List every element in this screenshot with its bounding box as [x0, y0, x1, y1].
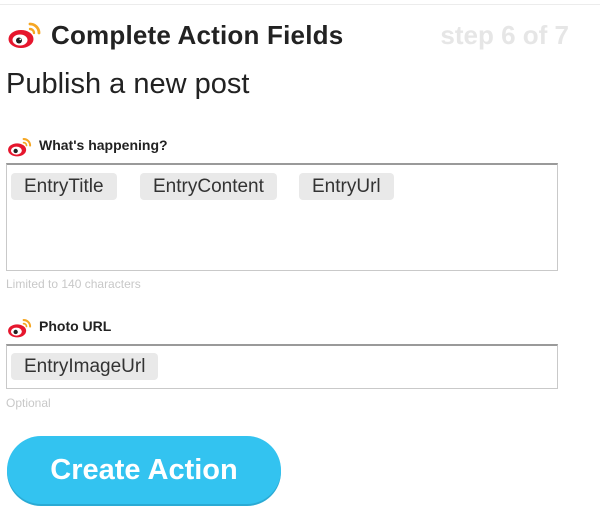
token-entry-title[interactable]: EntryTitle — [11, 173, 117, 200]
weibo-icon — [7, 317, 33, 344]
field-label-whats-happening: What's happening? — [7, 136, 307, 157]
token-entry-image-url[interactable]: EntryImageUrl — [11, 353, 159, 380]
token-entry-url[interactable]: EntryUrl — [299, 173, 394, 200]
step-indicator: step 6 of 7 — [440, 20, 569, 50]
action-subtitle: Publish a new post — [6, 68, 250, 100]
field-label-text: Photo URL — [39, 318, 112, 334]
page-header: Complete Action Fields step 6 of 7 — [7, 18, 592, 54]
field-hint: Limited to 140 characters — [6, 277, 141, 291]
whats-happening-input[interactable]: EntryTitle EntryContent EntryUrl — [6, 163, 558, 271]
token-entry-content[interactable]: EntryContent — [140, 173, 277, 200]
field-label-text: What's happening? — [39, 137, 168, 153]
weibo-icon — [7, 136, 33, 163]
field-hint: Optional — [6, 396, 51, 410]
create-action-button[interactable]: Create Action — [7, 436, 281, 504]
field-label-photo-url: Photo URL — [7, 317, 207, 338]
page-title: Complete Action Fields — [51, 20, 344, 50]
weibo-icon — [7, 20, 43, 55]
photo-url-input[interactable]: EntryImageUrl — [6, 344, 558, 389]
top-divider — [0, 4, 600, 5]
